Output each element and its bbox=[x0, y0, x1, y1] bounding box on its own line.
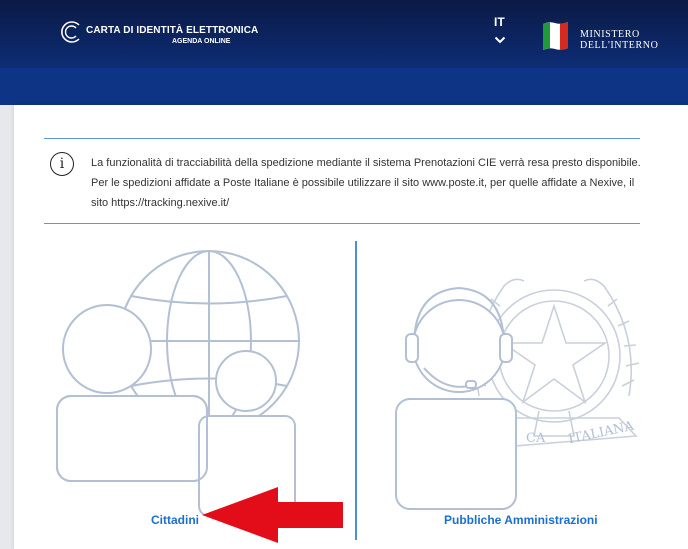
language-selector[interactable]: IT bbox=[494, 15, 505, 29]
main-card: i La funzionalità di tracciabilità della… bbox=[14, 105, 688, 549]
tracking-notice: i La funzionalità di tracciabilità della… bbox=[44, 138, 641, 224]
italian-flag-icon bbox=[543, 22, 568, 50]
brand-title[interactable]: CARTA DI IDENTITÀ ELETTRONICA bbox=[86, 25, 258, 36]
emblem-text-left: CA bbox=[526, 431, 546, 446]
ministry-line2: DELL'INTERNO bbox=[580, 40, 659, 51]
notice-line-3: sito https://tracking.nexive.it/ bbox=[91, 197, 230, 209]
chevron-down-icon[interactable] bbox=[494, 36, 506, 44]
notice-text: La funzionalità di tracciabilità della s… bbox=[91, 153, 651, 213]
public-administrations-label[interactable]: Pubbliche Amministrazioni bbox=[444, 513, 598, 527]
cie-logo-icon[interactable] bbox=[58, 19, 84, 45]
public-administrations-option[interactable]: CA ITALIANA Pubbliche Amministrazioni bbox=[374, 241, 674, 536]
brand-subtitle: AGENDA ONLINE bbox=[172, 38, 231, 45]
citizens-label[interactable]: Cittadini bbox=[151, 513, 199, 527]
citizens-illustration-icon bbox=[56, 250, 300, 516]
red-arrow-icon bbox=[202, 487, 343, 543]
ministry-name[interactable]: MINISTERO DELL'INTERNO bbox=[580, 29, 658, 51]
info-icon: i bbox=[50, 152, 74, 176]
emblem-text-right: ITALIANA bbox=[567, 419, 636, 448]
choice-divider bbox=[355, 241, 357, 540]
header-band bbox=[0, 68, 688, 105]
public-administrations-illustration-icon: CA ITALIANA bbox=[395, 278, 640, 510]
notice-line-2: Per le spedizioni affidate a Poste Itali… bbox=[91, 177, 635, 189]
notice-line-1: La funzionalità di tracciabilità della s… bbox=[91, 157, 641, 169]
ministry-line1: MINISTERO bbox=[580, 29, 640, 40]
left-gutter bbox=[0, 105, 14, 549]
